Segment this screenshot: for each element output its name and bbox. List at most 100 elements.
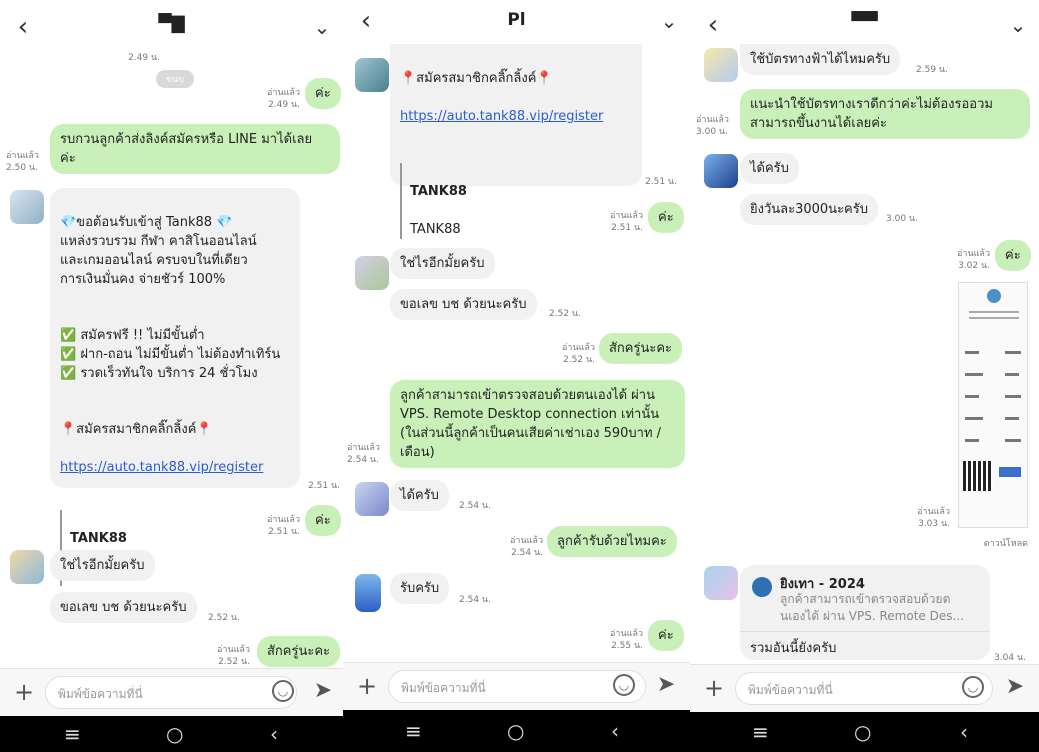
message-input-bar: + พิมพ์ข้อความที่นี่ ◡ ➤ bbox=[343, 662, 690, 710]
back-nav-icon[interactable]: ‹ bbox=[270, 720, 278, 748]
message-bubble[interactable]: 💎ขอต้อนรับเข้าสู่ Tank88 💎 แหล่งรวบรวม ก… bbox=[50, 188, 300, 586]
read-status: อ่านแล้ว 2.52 น. bbox=[562, 343, 595, 365]
avatar[interactable] bbox=[10, 550, 44, 584]
plus-icon[interactable]: + bbox=[357, 671, 377, 701]
avatar[interactable] bbox=[704, 154, 738, 188]
chat-title: ▀▀ bbox=[851, 12, 878, 32]
message-bubble[interactable]: ค่ะ bbox=[305, 78, 341, 109]
message-bubble[interactable]: ค่ะ bbox=[648, 202, 684, 233]
message-bubble[interactable]: ขอเลข บช ด้วยนะครับ bbox=[390, 289, 537, 320]
read-status: อ่านแล้ว 2.50 น. bbox=[6, 151, 39, 173]
message-bubble[interactable]: ได้ครับ bbox=[390, 480, 449, 511]
system-navbar: ≡ ○ ‹ bbox=[690, 712, 1039, 752]
message-bubble[interactable]: ใช่ไรอีกมั้ยครับ bbox=[50, 550, 155, 581]
read-status: อ่านแล้ว 2.51 น. bbox=[610, 211, 643, 233]
chevron-down-icon[interactable]: ⌄ bbox=[309, 12, 335, 42]
avatar[interactable] bbox=[355, 482, 389, 516]
message-bubble[interactable]: ได้ครับ bbox=[740, 153, 799, 184]
message-bubble[interactable]: ยิงวันละ3000นะครับ bbox=[740, 194, 878, 225]
receipt-line bbox=[1005, 439, 1021, 442]
timestamp: 2.52 น. bbox=[208, 613, 240, 623]
plus-icon[interactable]: + bbox=[704, 673, 724, 703]
message-bubble[interactable]: ขอเลข บช ด้วยนะครับ bbox=[50, 592, 197, 623]
message-text: รวมอันนี้ยังครับ bbox=[750, 641, 837, 656]
timestamp: 3.00 น. bbox=[886, 214, 918, 224]
chat-panel-2: ‹ Pl ⌄ 📍สมัครสมาชิกคลิ๊กลิ้งค์📍 https://… bbox=[343, 0, 690, 752]
message-input[interactable]: พิมพ์ข้อความที่นี่ bbox=[735, 672, 993, 705]
message-bubble[interactable]: ค่ะ bbox=[305, 505, 341, 536]
card-subtitle: TANK88 bbox=[410, 222, 461, 237]
message-bubble[interactable]: รบกวนลูกค้าส่งลิงค์สมัครหรือ LINE มาได้เ… bbox=[50, 124, 340, 174]
message-bubble[interactable]: 📍สมัครสมาชิกคลิ๊กลิ้งค์📍 https://auto.ta… bbox=[390, 44, 642, 239]
card-title: TANK88 bbox=[70, 531, 127, 546]
register-link[interactable]: https://auto.tank88.vip/register bbox=[400, 107, 632, 126]
chat-header: ‹ Pl ⌄ bbox=[343, 0, 690, 48]
welcome-text: 💎ขอต้อนรับเข้าสู่ Tank88 💎 แหล่งรวบรวม ก… bbox=[60, 215, 257, 287]
emoji-icon[interactable]: ◡ bbox=[962, 676, 984, 698]
receipt-line bbox=[965, 351, 979, 354]
send-icon[interactable]: ➤ bbox=[655, 671, 677, 699]
back-nav-icon[interactable]: ‹ bbox=[611, 717, 619, 745]
message-bubble[interactable]: ใช้บัตรทางฟ้าได้ไหมครับ bbox=[740, 44, 901, 75]
timestamp: 2.54 น. bbox=[459, 501, 491, 511]
chat-title: Pl bbox=[507, 10, 526, 30]
home-icon[interactable]: ○ bbox=[507, 717, 524, 745]
read-status: อ่านแล้ว 3.00 น. bbox=[696, 115, 729, 137]
read-status: อ่านแล้ว 2.54 น. bbox=[347, 443, 380, 465]
message-bubble[interactable]: รับครับ bbox=[390, 573, 450, 604]
shared-message-card[interactable]: ยิงเทา - 2024 ลูกค้าสามารถเข้าตรวจสอบด้ว… bbox=[740, 565, 990, 660]
read-status: อ่านแล้ว 3.02 น. bbox=[957, 249, 990, 271]
message-input-bar: + พิมพ์ข้อความที่นี่ ◡ ➤ bbox=[690, 664, 1039, 712]
send-icon[interactable]: ➤ bbox=[1004, 673, 1026, 701]
bank-logo-icon bbox=[987, 289, 1001, 303]
receipt-line bbox=[1005, 417, 1019, 420]
receipt-line bbox=[1005, 395, 1021, 398]
message-input[interactable]: พิมพ์ข้อความที่นี่ bbox=[45, 676, 297, 709]
feature-list: ✅ สมัครฟรี !! ไม่มีขั้นต่ำ ✅ ฝาก-ถอน ไม่… bbox=[60, 328, 281, 381]
read-status: อ่านแล้ว 2.54 น. bbox=[510, 536, 543, 558]
receipt-line bbox=[965, 417, 983, 420]
read-status: อ่านแล้ว 2.49 น. bbox=[267, 88, 300, 110]
message-bubble[interactable]: สักครู่นะคะ bbox=[599, 333, 683, 364]
message-bubble[interactable]: แนะนำใช้บัตรทางเราดีกว่าค่ะไม่ต้องรออวม … bbox=[740, 89, 1030, 139]
register-link[interactable]: https://auto.tank88.vip/register bbox=[60, 458, 290, 477]
avatar[interactable] bbox=[355, 58, 389, 92]
qr-code-icon bbox=[963, 461, 993, 491]
message-bubble[interactable]: ใช่ไรอีกมั้ยครับ bbox=[390, 248, 495, 279]
message-bubble[interactable]: ค่ะ bbox=[648, 620, 684, 651]
download-link[interactable]: ดาวน์โหลด bbox=[958, 538, 1028, 550]
chat-header: ‹ ▀▀ ⌄ bbox=[690, 0, 1039, 46]
register-label: 📍สมัครสมาชิกคลิ๊กลิ้งค์📍 bbox=[60, 422, 213, 437]
chat-panel-3: ‹ ▀▀ ⌄ ใช้บัตรทางฟ้าได้ไหมครับ 2.59 น. อ… bbox=[690, 0, 1039, 752]
timestamp: 2.51 น. bbox=[645, 177, 677, 187]
message-input[interactable]: พิมพ์ข้อความที่นี่ bbox=[388, 670, 646, 703]
chevron-down-icon[interactable]: ⌄ bbox=[656, 6, 682, 36]
message-bubble[interactable]: ค่ะ bbox=[995, 240, 1031, 271]
plus-icon[interactable]: + bbox=[14, 677, 34, 707]
chevron-down-icon[interactable]: ⌄ bbox=[1005, 10, 1031, 40]
avatar[interactable] bbox=[10, 190, 44, 224]
receipt-line bbox=[969, 317, 1019, 319]
avatar[interactable] bbox=[704, 48, 738, 82]
back-nav-icon[interactable]: ‹ bbox=[960, 718, 968, 746]
menu-icon[interactable]: ≡ bbox=[405, 717, 422, 745]
message-bubble[interactable]: ลูกค้าสามารถเข้าตรวจสอบด้วยตนเองได้ ผ่าน… bbox=[390, 380, 685, 468]
link-preview-card[interactable]: TANK88 TANK88 bbox=[400, 163, 632, 239]
send-icon[interactable]: ➤ bbox=[312, 677, 334, 705]
message-bubble[interactable]: ลูกค้ารับด้วยไหมคะ bbox=[547, 526, 677, 557]
message-bubble[interactable]: สักครู่นะคะ bbox=[257, 636, 341, 667]
menu-icon[interactable]: ≡ bbox=[752, 718, 769, 746]
menu-icon[interactable]: ≡ bbox=[64, 720, 81, 748]
system-navbar: ≡ ○ ‹ bbox=[343, 710, 690, 752]
emoji-icon[interactable]: ◡ bbox=[613, 674, 635, 696]
home-icon[interactable]: ○ bbox=[166, 720, 183, 748]
avatar[interactable] bbox=[355, 574, 381, 612]
avatar[interactable] bbox=[355, 256, 389, 290]
home-icon[interactable]: ○ bbox=[854, 718, 871, 746]
timestamp: 2.59 น. bbox=[916, 65, 948, 75]
receipt-image[interactable] bbox=[958, 282, 1028, 528]
avatar[interactable] bbox=[704, 566, 738, 600]
receipt-line bbox=[965, 439, 979, 442]
emoji-icon[interactable]: ◡ bbox=[272, 680, 294, 702]
system-navbar: ≡ ○ ‹ bbox=[0, 716, 343, 752]
